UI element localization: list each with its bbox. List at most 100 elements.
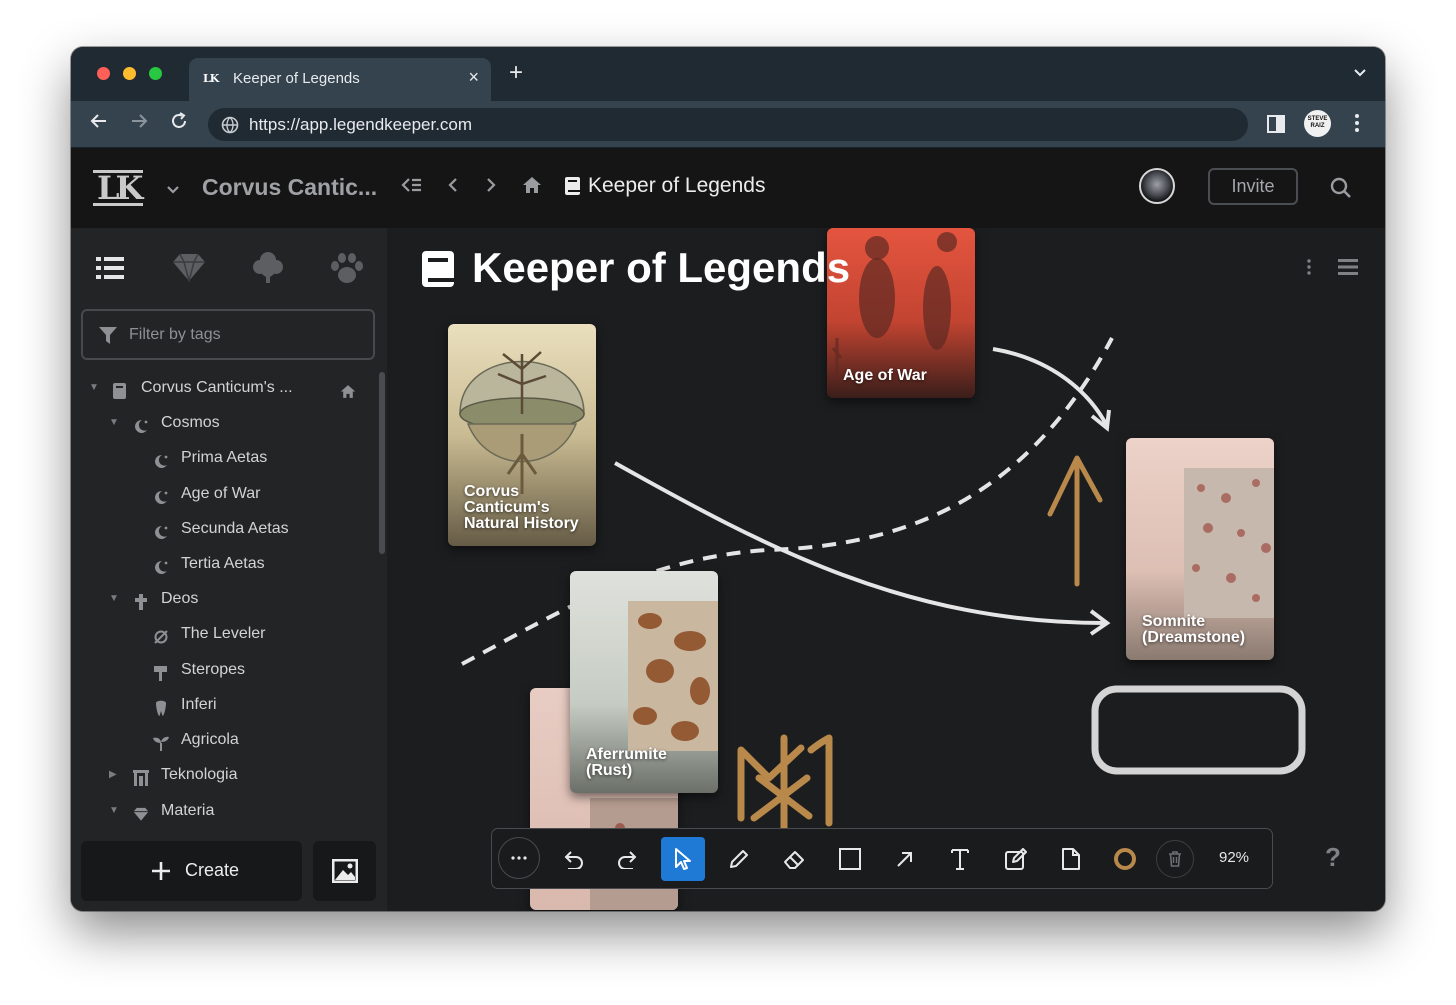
search-icon[interactable] <box>1330 177 1352 204</box>
card-somnite[interactable]: Somnite (Dreamstone) <box>1126 438 1274 660</box>
browser-window: LK Keeper of Legends × + https://app.leg… <box>71 47 1385 911</box>
card-label: Corvus Canticum's Natural History <box>464 483 579 532</box>
user-avatar[interactable] <box>1139 168 1175 204</box>
note-tool-button[interactable] <box>994 837 1038 881</box>
profile-avatar[interactable]: STEVE RAIZ <box>1304 110 1331 137</box>
caret-down-icon[interactable]: ▼ <box>109 408 119 438</box>
drawing-toolbar: 92% <box>491 828 1273 889</box>
tree-item-label: The Leveler <box>181 625 266 642</box>
tree-item-label: Agricola <box>181 731 239 748</box>
select-tool-button[interactable] <box>661 837 705 881</box>
page-card-tool-button[interactable] <box>1049 837 1093 881</box>
tree-item-label: Age of War <box>181 485 261 502</box>
forward-button[interactable] <box>129 111 149 135</box>
reload-button[interactable] <box>169 111 189 135</box>
rectangle-tool-button[interactable] <box>828 837 872 881</box>
forward-arrow-icon[interactable] <box>485 176 497 198</box>
arrow-tool-button[interactable] <box>883 837 927 881</box>
gem-icon[interactable] <box>172 252 206 287</box>
plus-icon <box>151 861 171 886</box>
color-picker-button[interactable] <box>1103 837 1147 881</box>
tree-icon[interactable] <box>252 250 284 289</box>
filter-icon <box>99 327 117 349</box>
outline-menu-icon[interactable] <box>1338 259 1358 280</box>
tree-item-label: Tertia Aetas <box>181 555 265 572</box>
maximize-window-button[interactable] <box>149 67 162 80</box>
new-tab-button[interactable]: + <box>509 61 523 85</box>
tree-item-label: Secunda Aetas <box>181 520 289 537</box>
sprout-icon <box>153 732 169 751</box>
browser-tab[interactable]: LK Keeper of Legends × <box>189 58 491 101</box>
cross-icon <box>133 591 149 610</box>
tab-favicon: LK <box>203 72 219 85</box>
home-icon[interactable] <box>522 176 542 198</box>
more-tools-button[interactable] <box>498 837 540 879</box>
sidebar-scrollbar[interactable] <box>379 372 385 554</box>
legendkeeper-logo[interactable]: LK <box>93 170 143 206</box>
image-icon <box>332 859 358 888</box>
card-illustration <box>459 351 585 494</box>
caret-down-icon[interactable]: ▼ <box>109 584 119 614</box>
list-view-icon[interactable] <box>96 256 124 285</box>
tree-item-label: Prima Aetas <box>181 449 268 466</box>
upload-image-button[interactable] <box>313 841 376 901</box>
app-header: LK Corvus Cantic... Keeper of Legends In… <box>71 148 1385 228</box>
card-natural-history[interactable]: Corvus Canticum's Natural History <box>448 324 596 546</box>
create-button[interactable]: Create <box>81 841 302 901</box>
more-menu-icon[interactable] <box>1354 113 1360 138</box>
eraser-tool-button[interactable] <box>772 837 816 881</box>
breadcrumb-page-title[interactable]: Keeper of Legends <box>588 174 765 198</box>
back-button[interactable] <box>89 111 109 135</box>
caret-down-icon[interactable]: ▼ <box>89 373 99 403</box>
book-icon <box>565 177 580 199</box>
help-button[interactable]: ? <box>1325 842 1341 873</box>
tab-search-icon[interactable] <box>1353 65 1367 83</box>
redo-button[interactable] <box>606 837 650 881</box>
invite-button[interactable]: Invite <box>1208 168 1298 205</box>
card-label: Somnite (Dreamstone) <box>1142 613 1246 646</box>
close-window-button[interactable] <box>97 67 110 80</box>
undo-button[interactable] <box>551 837 595 881</box>
tree-item-label: Teknologia <box>161 766 238 783</box>
tab-title: Keeper of Legends <box>233 70 360 87</box>
hammer-icon <box>153 662 169 681</box>
tree-item-root[interactable]: ▼ Corvus Canticum's ... <box>89 373 363 403</box>
page-options-icon[interactable] <box>1307 259 1311 280</box>
back-arrow-icon[interactable] <box>447 176 459 198</box>
tree-item-label: Inferi <box>181 696 217 713</box>
arrow-war-to-somnite <box>992 347 1109 427</box>
moon-star-icon <box>133 415 149 433</box>
tooth-icon <box>153 697 169 716</box>
collapse-sidebar-icon[interactable] <box>401 176 423 198</box>
sidebar: Filter by tags ▼ Corvus Canticum's ... ▼… <box>71 228 387 911</box>
page-title: Keeper of Legends <box>472 244 851 291</box>
delete-button[interactable] <box>1156 840 1194 878</box>
moon-star-icon <box>153 450 169 468</box>
browser-toolbar: https://app.legendkeeper.com STEVE RAIZ <box>71 101 1385 148</box>
caret-down-icon[interactable]: ▼ <box>109 796 119 826</box>
tree-item-label: Deos <box>161 590 199 607</box>
minimize-window-button[interactable] <box>123 67 136 80</box>
globe-icon <box>221 116 239 139</box>
text-tool-button[interactable] <box>938 837 982 881</box>
side-panel-icon[interactable] <box>1267 115 1285 138</box>
chevron-down-icon[interactable] <box>166 182 180 200</box>
book-icon <box>422 251 454 292</box>
gem-icon <box>133 803 149 821</box>
moon-star-icon <box>153 521 169 539</box>
building-icon <box>133 767 149 786</box>
tab-strip: LK Keeper of Legends × + <box>71 47 1385 101</box>
address-bar[interactable]: https://app.legendkeeper.com <box>208 108 1248 141</box>
canvas-board[interactable]: Age of War Keeper of Legends Corvus Cant… <box>387 228 1385 911</box>
paw-icon[interactable] <box>330 252 364 289</box>
world-name[interactable]: Corvus Cantic... <box>202 174 377 201</box>
pencil-tool-button[interactable] <box>717 837 761 881</box>
card-aferrumite[interactable]: Aferrumite (Rust) <box>570 571 718 793</box>
url-text: https://app.legendkeeper.com <box>249 115 473 134</box>
caret-right-icon[interactable]: ▶ <box>109 760 117 790</box>
tag-filter-input[interactable]: Filter by tags <box>81 309 375 360</box>
tree-item-label: Cosmos <box>161 414 220 431</box>
tab-close-button[interactable]: × <box>468 67 479 88</box>
home-icon[interactable] <box>340 380 356 410</box>
zoom-level[interactable]: 92% <box>1219 849 1249 866</box>
